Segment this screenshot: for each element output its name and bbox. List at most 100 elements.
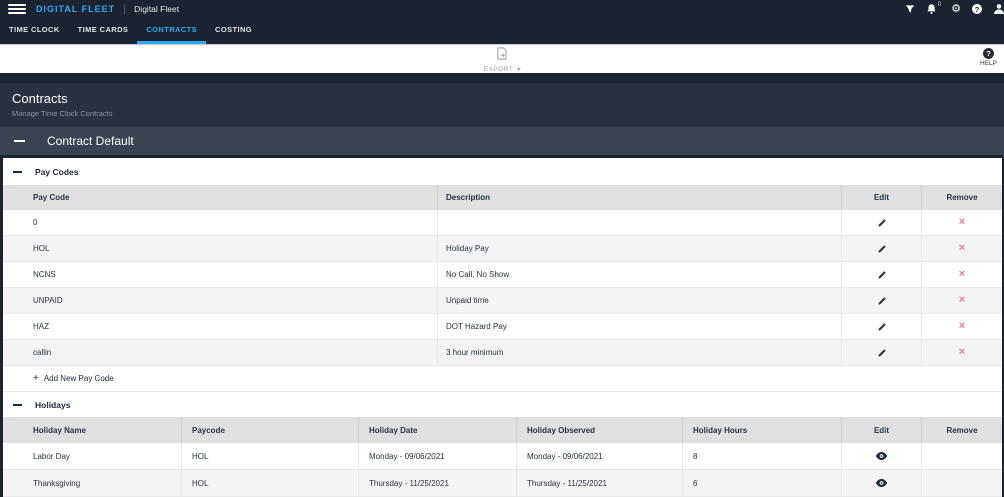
primary-tabs: TIME CLOCK TIME CARDS CONTRACTS COSTING [0,18,1004,44]
col-holiday-name: Holiday Name [33,425,86,435]
pay-code-row: callin 3 hour minimum × [3,340,1002,366]
app-title: Digital Fleet [134,4,180,14]
remove-x-icon[interactable]: × [959,243,965,254]
pay-code-description: Holiday Pay [437,236,841,261]
help-button[interactable]: ? HELP [980,48,997,67]
holiday-row: Thanksgiving HOL Thursday - 11/25/2021 T… [3,470,1002,497]
chevron-down-icon [516,68,521,71]
pay-code-value: UNPAID [33,296,63,305]
pay-code-row: HOL Holiday Pay × [3,236,1002,262]
col-remove: Remove [921,417,1002,443]
col-edit: Edit [841,185,921,210]
pay-code-value: HAZ [33,322,49,331]
col-pay-code: Pay Code [33,193,70,202]
holiday-paycode: HOL [181,443,358,469]
notifications-bell-icon[interactable]: 0 [926,2,942,15]
add-new-pay-code-label: Add New Pay Code [43,374,114,383]
page-toolbar: EXPORT ? HELP [0,44,1004,73]
holiday-observed: Monday - 09/06/2021 [516,443,682,469]
tab-time-clock[interactable]: TIME CLOCK [0,18,69,44]
collapse-minus-icon[interactable] [14,140,25,142]
col-paycode: Paycode [181,417,358,443]
holiday-observed: Thursday - 11/25/2021 [516,470,682,496]
pay-code-value: 0 [33,218,38,227]
pay-code-description: DOT Hazard Pay [437,314,841,339]
filter-icon[interactable] [905,4,915,15]
tab-contracts[interactable]: CONTRACTS [137,18,207,44]
pay-code-row: UNPAID Unpaid time × [3,288,1002,314]
brand-logo: DIGITAL FLEET [36,4,116,14]
col-edit: Edit [841,417,921,443]
holiday-paycode: HOL [181,470,358,496]
col-description: Description [437,185,841,210]
contract-name: Contract Default [47,134,134,148]
settings-gear-icon[interactable]: ⚙ [951,3,961,15]
remove-x-icon[interactable]: × [959,217,965,228]
pay-codes-table-header: Pay Code Description Edit Remove [3,185,1002,210]
holiday-date: Thursday - 11/25/2021 [358,470,516,496]
contract-content: Pay Codes Pay Code Description Edit Remo… [0,158,1004,497]
brand-divider [124,4,126,14]
tab-costing[interactable]: COSTING [206,18,261,44]
col-remove: Remove [921,185,1002,210]
help-icon[interactable]: ? [972,4,982,14]
top-app-bar: DIGITAL FLEET Digital Fleet 0 ⚙ ? [0,0,1004,18]
holidays-section-header[interactable]: Holidays [3,392,1002,417]
remove-x-icon[interactable]: × [959,321,965,332]
pay-codes-table-body: 0 × HOL Holiday Pay × NCNS No Call, No S… [3,210,1002,366]
pay-code-description: 3 hour minimum [437,340,841,365]
export-button[interactable]: EXPORT [484,47,521,73]
remove-x-icon[interactable]: × [959,269,965,280]
pay-code-description: Unpaid time [437,288,841,313]
pay-code-row: 0 × [3,210,1002,236]
edit-pencil-icon[interactable] [877,348,887,358]
view-eye-icon[interactable] [875,451,888,461]
add-new-pay-code-button[interactable]: + Add New Pay Code [3,366,1002,392]
pay-codes-title: Pay Codes [35,166,79,177]
page-title: Contracts [12,91,68,106]
page-header: Contracts Manage Time Clock Contracts [0,83,1004,127]
remove-x-icon[interactable]: × [959,347,965,358]
separator-strip [0,73,1004,83]
pay-code-value: callin [33,348,52,357]
edit-pencil-icon[interactable] [877,322,887,332]
tab-time-cards[interactable]: TIME CARDS [69,18,138,44]
col-holiday-hours: Holiday Hours [682,417,841,443]
pay-code-value: HOL [33,244,50,253]
holiday-remove-cell [921,443,1002,469]
holiday-hours: 8 [682,443,841,469]
menu-icon[interactable] [8,4,26,14]
collapse-minus-icon[interactable] [13,170,22,173]
edit-pencil-icon[interactable] [877,218,887,228]
holiday-name: Thanksgiving [33,478,81,488]
holidays-title: Holidays [35,399,71,410]
holiday-hours: 6 [682,470,841,496]
col-holiday-observed: Holiday Observed [516,417,682,443]
pay-code-row: HAZ DOT Hazard Pay × [3,314,1002,340]
holidays-table-header: Holiday Name Paycode Holiday Date Holida… [3,417,1002,443]
help-question-icon: ? [983,48,994,59]
col-holiday-date: Holiday Date [358,417,516,443]
page-subtitle: Manage Time Clock Contracts [12,109,113,118]
edit-pencil-icon[interactable] [877,296,887,306]
notification-count-badge: 0 [937,2,942,8]
holiday-remove-cell [921,470,1002,496]
edit-pencil-icon[interactable] [877,244,887,254]
pay-code-row: NCNS No Call, No Show × [3,262,1002,288]
pay-code-description: No Call, No Show [437,262,841,287]
export-label: EXPORT [483,66,514,73]
plus-icon: + [33,372,39,384]
edit-pencil-icon[interactable] [877,270,887,280]
account-person-icon[interactable] [993,3,1004,15]
holiday-date: Monday - 09/06/2021 [358,443,516,469]
export-file-icon [496,47,508,65]
pay-codes-section-header[interactable]: Pay Codes [3,158,1002,185]
holiday-name: Labor Day [33,451,70,461]
view-eye-icon[interactable] [875,478,888,488]
collapse-minus-icon[interactable] [13,403,22,406]
remove-x-icon[interactable]: × [959,295,965,306]
holiday-row: Labor Day HOL Monday - 09/06/2021 Monday… [3,443,1002,470]
contract-default-header[interactable]: Contract Default [0,127,1004,158]
pay-code-description [437,210,841,235]
pay-code-value: NCNS [33,270,56,279]
